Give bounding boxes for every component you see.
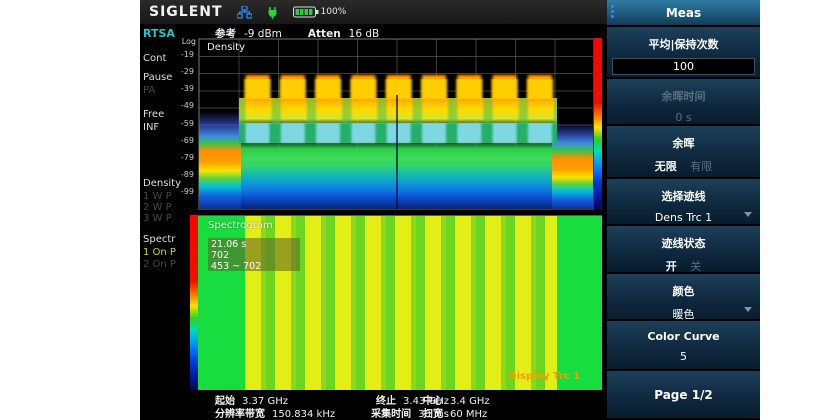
y-tick: -19 [164, 51, 194, 59]
color-curve-label: Color Curve [607, 321, 760, 343]
frequency-annotation-bar: 起始3.37 GHz 中心3.4 GHz 终止3.43 GHz 分辨率带宽150… [140, 391, 607, 420]
marker-range: 453 ~ 702 [211, 261, 300, 272]
density-noise-left [199, 111, 241, 209]
menu-header: Meas [607, 0, 760, 27]
y-tick: -39 [164, 85, 194, 93]
sweep-cont-label[interactable]: Cont [143, 53, 166, 64]
density-y-axis: -19 -29 -39 -49 -59 -69 -79 -89 -99 [164, 38, 196, 210]
persistence-label: 余晖 [607, 126, 760, 151]
select-trace-value[interactable]: Dens Trc 1 [607, 211, 760, 224]
y-tick: -49 [164, 102, 194, 110]
select-trace-label: 选择迹线 [607, 179, 760, 204]
spectr-group-label[interactable]: Spectr [143, 234, 175, 245]
trace-state-off[interactable]: 关 [690, 260, 701, 273]
density-signal-mass-gaps [239, 98, 557, 124]
y-tick: -69 [164, 137, 194, 145]
center-frequency-line [396, 95, 398, 209]
y-tick: -99 [164, 188, 194, 196]
acq-time-label: 采集时间 [371, 409, 411, 420]
analyzer-screen: SIGLENT [140, 0, 760, 420]
menu-item-trace-state[interactable]: 迹线状态 开 关 [607, 226, 760, 274]
acq-time-value: 30 ms [418, 409, 449, 420]
menu-item-average-hold-count[interactable]: 平均|保持次数 100 [607, 27, 760, 79]
rbw-value: 150.834 kHz [272, 409, 335, 420]
color-value[interactable]: 暖色 [607, 306, 760, 322]
spectrogram-plot: Spectrogram 21.06 s 702 453 ~ 702 Displa… [198, 215, 602, 390]
spectrogram-marker-readout: 21.06 s 702 453 ~ 702 [208, 238, 300, 271]
spectrogram-title: Spectrogram [208, 220, 273, 231]
trace-state-on[interactable]: 开 [666, 260, 677, 273]
average-hold-count-input[interactable]: 100 [612, 58, 755, 75]
chevron-down-icon[interactable] [744, 307, 752, 312]
screenshot-canvas: SIGLENT [0, 0, 840, 420]
color-curve-value[interactable]: 5 [607, 350, 760, 363]
persistence-option-finite[interactable]: 有限 [690, 160, 712, 173]
page-indicator: Page 1/2 [654, 388, 713, 402]
density-burst-caps-fringe [239, 79, 557, 99]
trace-state-label: 迹线状态 [607, 226, 760, 251]
y-tick: -89 [164, 171, 194, 179]
menu-title: Meas [666, 6, 701, 20]
density-title: Density [207, 42, 245, 53]
menu-item-color[interactable]: 颜色 暖色 [607, 274, 760, 321]
density-noise-right [552, 123, 593, 209]
menu-dots-icon[interactable] [611, 5, 614, 18]
trigger-free-label[interactable]: Free [143, 109, 164, 120]
density-trace-3: 3 W P [143, 213, 172, 224]
soft-menu-panel: Meas 平均|保持次数 100 余晖时间 0 s 余晖 无限 有限 选择迹线 … [607, 0, 760, 420]
pause-sub-label: PA [143, 85, 155, 96]
average-hold-count-label: 平均|保持次数 [607, 27, 760, 52]
spectr-trace-1-status[interactable]: 1 On P [143, 247, 176, 258]
y-tick: -59 [164, 120, 194, 128]
marker-time: 21.06 s [211, 239, 300, 250]
trigger-inf-label: INF [143, 122, 159, 133]
spectr-trace-2-status: 2 On P [143, 259, 176, 270]
menu-item-color-curve[interactable]: Color Curve 5 [607, 321, 760, 371]
density-burst-body-columns [239, 123, 557, 143]
battery-percentage: 100% [321, 7, 347, 17]
menu-item-persistence[interactable]: 余晖 无限 有限 [607, 126, 760, 179]
span-value: 60 MHz [450, 409, 487, 420]
spectrogram-color-scale-bar [190, 215, 198, 390]
density-plot: Density [198, 38, 594, 210]
persistence-option-infinite[interactable]: 无限 [655, 160, 677, 173]
y-tick: -79 [164, 154, 194, 162]
marker-index: 702 [211, 250, 300, 261]
power-plug-icon [266, 6, 279, 19]
lan-icon [237, 6, 252, 19]
persistence-time-value: 0 s [607, 111, 760, 124]
chevron-down-icon[interactable] [744, 212, 752, 217]
menu-item-persistence-time: 余晖时间 0 s [607, 79, 760, 126]
menu-item-select-trace[interactable]: 选择迹线 Dens Trc 1 [607, 179, 760, 226]
display-trace-label: Display Trc 1 [508, 371, 580, 382]
battery-icon [293, 6, 319, 18]
density-color-scale-bar [594, 38, 602, 210]
menu-item-page[interactable]: Page 1/2 [607, 371, 760, 420]
color-label: 颜色 [607, 274, 760, 299]
rbw-label: 分辨率带宽 [215, 409, 265, 420]
siglent-logo: SIGLENT [149, 4, 223, 20]
y-tick: -29 [164, 68, 194, 76]
top-status-bar: SIGLENT [140, 0, 607, 24]
persistence-time-label: 余晖时间 [607, 79, 760, 104]
